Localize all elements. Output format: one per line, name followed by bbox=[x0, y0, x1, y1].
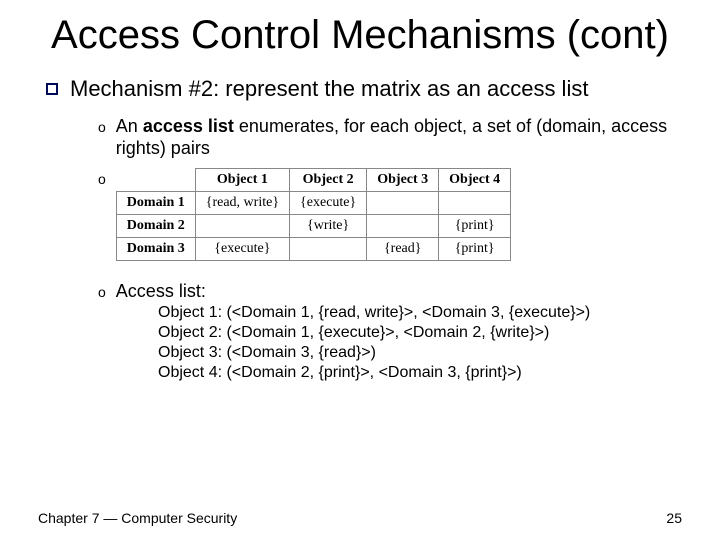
table-corner bbox=[116, 168, 195, 191]
table-row: Domain 2 {write} {print} bbox=[116, 214, 510, 237]
cell bbox=[439, 191, 511, 214]
circle-bullet-icon: o bbox=[98, 281, 106, 303]
slide: Access Control Mechanisms (cont) Mechani… bbox=[0, 0, 720, 540]
bullet-level2-access-list: o Access list: bbox=[98, 281, 680, 303]
access-list-intro: Access list: bbox=[116, 281, 206, 303]
col-header: Object 3 bbox=[367, 168, 439, 191]
circle-bullet-icon: o bbox=[98, 116, 106, 159]
table-row: Domain 3 {execute} {read} {print} bbox=[116, 237, 510, 260]
cell bbox=[367, 214, 439, 237]
definition-text: An access list enumerates, for each obje… bbox=[116, 116, 680, 159]
definition-bold: access list bbox=[143, 116, 234, 136]
col-header: Object 4 bbox=[439, 168, 511, 191]
definition-pre: An bbox=[116, 116, 143, 136]
row-header: Domain 2 bbox=[116, 214, 195, 237]
cell: {execute} bbox=[290, 191, 367, 214]
bullet-level2-table: o Object 1 Object 2 Object 3 Object 4 Do… bbox=[98, 168, 680, 261]
cell: {print} bbox=[439, 237, 511, 260]
bullet-level2-definition: o An access list enumerates, for each ob… bbox=[98, 116, 680, 159]
col-header: Object 1 bbox=[195, 168, 289, 191]
cell bbox=[290, 237, 367, 260]
row-header: Domain 3 bbox=[116, 237, 195, 260]
page-number: 25 bbox=[666, 510, 682, 526]
row-header: Domain 1 bbox=[116, 191, 195, 214]
square-bullet-icon bbox=[46, 83, 58, 95]
table-row: Domain 1 {read, write} {execute} bbox=[116, 191, 510, 214]
access-list-item: Object 4: (<Domain 2, {print}>, <Domain … bbox=[158, 363, 680, 383]
cell: {print} bbox=[439, 214, 511, 237]
bullet-level1: Mechanism #2: represent the matrix as an… bbox=[46, 76, 680, 102]
slide-title: Access Control Mechanisms (cont) bbox=[40, 14, 680, 56]
table-header-row: Object 1 Object 2 Object 3 Object 4 bbox=[116, 168, 510, 191]
mechanism-intro: Mechanism #2: represent the matrix as an… bbox=[70, 76, 588, 102]
cell: {read} bbox=[367, 237, 439, 260]
footer-left: Chapter 7 — Computer Security bbox=[38, 510, 237, 526]
access-list-item: Object 2: (<Domain 1, {execute}>, <Domai… bbox=[158, 323, 680, 343]
cell: {read, write} bbox=[195, 191, 289, 214]
col-header: Object 2 bbox=[290, 168, 367, 191]
access-list-block: o Access list: Object 1: (<Domain 1, {re… bbox=[98, 281, 680, 383]
cell bbox=[367, 191, 439, 214]
slide-footer: Chapter 7 — Computer Security 25 bbox=[38, 510, 682, 526]
access-list-item: Object 1: (<Domain 1, {read, write}>, <D… bbox=[158, 303, 680, 323]
cell bbox=[195, 214, 289, 237]
access-matrix-table: Object 1 Object 2 Object 3 Object 4 Doma… bbox=[116, 168, 511, 261]
cell: {execute} bbox=[195, 237, 289, 260]
cell: {write} bbox=[290, 214, 367, 237]
access-list-item: Object 3: (<Domain 3, {read}>) bbox=[158, 343, 680, 363]
circle-bullet-icon: o bbox=[98, 168, 106, 190]
